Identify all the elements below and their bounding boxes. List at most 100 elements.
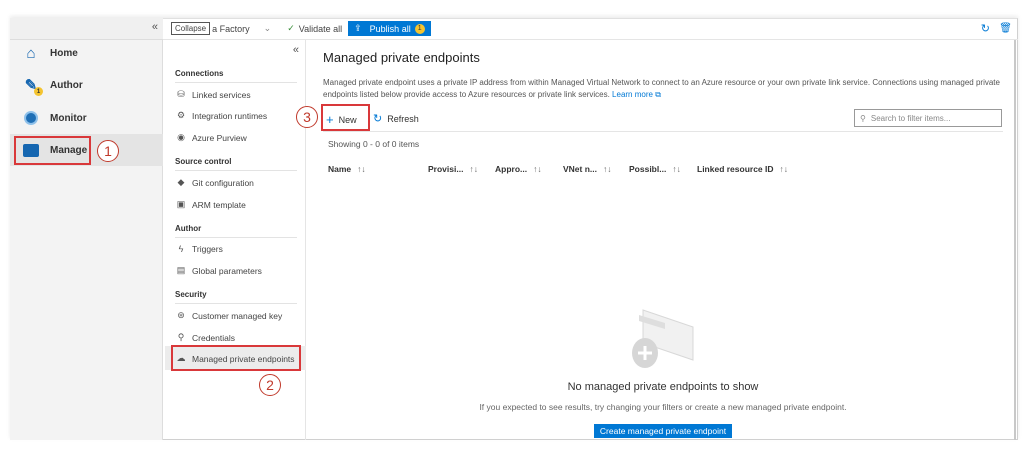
sort-icon[interactable]: ↑↓ xyxy=(603,164,612,174)
empty-state-text: If you expected to see results, try chan… xyxy=(479,402,847,412)
column-label: Linked resource ID xyxy=(697,164,774,174)
menu-global-parameters[interactable]: ▤ Global parameters xyxy=(175,265,262,276)
lightning-icon: ϟ xyxy=(178,244,184,254)
upload-icon: ⇪ xyxy=(354,23,362,33)
sort-icon[interactable]: ↑↓ xyxy=(357,164,366,174)
menu-label: Linked services xyxy=(192,89,251,100)
column-header-vnet[interactable]: VNet n... ↑↓ xyxy=(563,164,612,174)
publish-all-button[interactable]: ⇪ Publish all 1 xyxy=(348,21,431,36)
column-header-approval[interactable]: Appro... ↑↓ xyxy=(495,164,542,174)
refresh-button[interactable]: ↻ Refresh xyxy=(373,112,419,125)
section-security: Security xyxy=(175,290,297,304)
highlight-new xyxy=(321,104,370,131)
empty-state-title: No managed private endpoints to show xyxy=(567,381,759,393)
column-header-possible[interactable]: Possibl... ↑↓ xyxy=(629,164,681,174)
refresh-icon: ↻ xyxy=(373,113,383,125)
publish-all-label: Publish all xyxy=(369,23,411,34)
column-label: Possibl... xyxy=(629,164,667,174)
highlight-manage xyxy=(14,136,91,165)
column-label: VNet n... xyxy=(563,164,598,174)
menu-label: ARM template xyxy=(192,199,246,210)
section-author: Author xyxy=(175,224,297,238)
gauge-icon xyxy=(22,109,40,127)
column-header-name[interactable]: Name ↑↓ xyxy=(328,164,366,174)
menu-label: Customer managed key xyxy=(192,310,283,321)
arm-template-icon: ▣ xyxy=(176,199,186,209)
menu-git-configuration[interactable]: ◆ Git configuration xyxy=(175,177,254,188)
menu-arm-template[interactable]: ▣ ARM template xyxy=(175,199,246,210)
menu-label: Azure Purview xyxy=(192,132,247,143)
pencil-icon: ✎ 1 xyxy=(22,76,43,96)
annotation-2: 2 xyxy=(259,374,281,396)
scrollbar[interactable] xyxy=(1014,40,1016,440)
eye-icon: ◉ xyxy=(177,132,185,142)
credentials-icon: ⚲ xyxy=(177,332,185,342)
nav-label: Author xyxy=(50,79,83,91)
manage-menu: « xyxy=(165,40,306,440)
git-icon: ◆ xyxy=(177,177,185,187)
menu-label: Integration runtimes xyxy=(192,110,268,121)
create-managed-private-endpoint-button[interactable]: Create managed private endpoint xyxy=(594,424,732,438)
column-header-linked-resource-id[interactable]: Linked resource ID ↑↓ xyxy=(697,164,788,174)
column-header-provisioning[interactable]: Provisi... ↑↓ xyxy=(428,164,478,174)
discard-icon[interactable]: 🗑 xyxy=(999,23,1012,34)
menu-label: Global parameters xyxy=(192,265,262,276)
sort-icon[interactable]: ↑↓ xyxy=(780,164,789,174)
refresh-label: Refresh xyxy=(387,113,419,124)
menu-label: Credentials xyxy=(192,332,235,343)
sort-icon[interactable]: ↑↓ xyxy=(672,164,681,174)
column-label: Name xyxy=(328,164,352,174)
collapse-tooltip: Collapse xyxy=(171,22,211,35)
menu-label: Triggers xyxy=(192,244,223,254)
sort-icon[interactable]: ↑↓ xyxy=(469,164,478,174)
page-title: Managed private endpoints xyxy=(323,50,480,65)
home-icon: ⌂ xyxy=(26,44,36,62)
empty-state-illustration-icon xyxy=(632,309,694,368)
search-icon: ⚲ xyxy=(860,113,866,123)
description-text: Managed private endpoint uses a private … xyxy=(323,78,1000,99)
menu-customer-managed-key[interactable]: ⊛ Customer managed key xyxy=(175,310,282,321)
menu-triggers[interactable]: ϟ Triggers xyxy=(175,244,223,254)
collapse-menu-button[interactable]: « xyxy=(293,44,299,56)
annotation-number: 3 xyxy=(303,109,311,125)
nav-item-author[interactable]: ✎ 1 Author xyxy=(10,69,163,101)
section-connections: Connections xyxy=(175,69,297,83)
top-toolbar: Collapse a Factory ⌄ ✓ Validate all ⇪ Pu… xyxy=(163,18,1018,40)
search-placeholder: Search to filter items... xyxy=(870,113,951,123)
external-link-icon: ⧉ xyxy=(655,90,661,99)
parameters-icon: ▤ xyxy=(176,265,186,275)
author-badge: 1 xyxy=(34,87,43,96)
menu-linked-services[interactable]: ⛁ Linked services xyxy=(175,89,251,100)
highlight-managed-private-endpoints xyxy=(171,345,301,371)
nav-label: Home xyxy=(50,47,78,59)
menu-integration-runtimes[interactable]: ⚙ Integration runtimes xyxy=(175,110,267,121)
refresh-icon[interactable]: ↻ xyxy=(981,22,990,35)
annotation-3: 3 xyxy=(296,106,318,128)
column-label: Provisi... xyxy=(428,164,464,174)
annotation-number: 2 xyxy=(266,377,274,393)
factory-selector[interactable]: a Factory xyxy=(212,24,250,34)
items-count: Showing 0 - 0 of 0 items xyxy=(328,139,420,149)
linked-services-icon: ⛁ xyxy=(177,89,185,99)
filter-search-input[interactable]: ⚲ Search to filter items... xyxy=(854,109,1002,127)
publish-count-badge: 1 xyxy=(414,23,425,34)
integration-runtime-icon: ⚙ xyxy=(176,110,186,120)
menu-azure-purview[interactable]: ◉ Azure Purview xyxy=(175,132,247,143)
column-label: Appro... xyxy=(495,164,528,174)
menu-label: Git configuration xyxy=(192,177,254,188)
learn-more-link[interactable]: Learn more xyxy=(612,90,653,99)
annotation-number: 1 xyxy=(104,143,112,159)
nav-item-home[interactable]: ⌂ Home xyxy=(10,37,163,69)
section-source-control: Source control xyxy=(175,157,297,171)
sort-icon[interactable]: ↑↓ xyxy=(533,164,542,174)
chevron-down-icon[interactable]: ⌄ xyxy=(264,23,272,34)
page-description: Managed private endpoint uses a private … xyxy=(323,77,1003,101)
validate-all-button[interactable]: Validate all xyxy=(299,24,342,34)
validate-icon: ✓ xyxy=(287,23,295,33)
toolbar-divider xyxy=(323,131,1003,132)
menu-credentials[interactable]: ⚲ Credentials xyxy=(175,332,235,343)
nav-label: Monitor xyxy=(50,112,87,124)
nav-item-monitor[interactable]: Monitor xyxy=(10,102,163,134)
collapse-nav-button[interactable]: « xyxy=(152,21,158,33)
key-icon: ⊛ xyxy=(177,310,185,320)
